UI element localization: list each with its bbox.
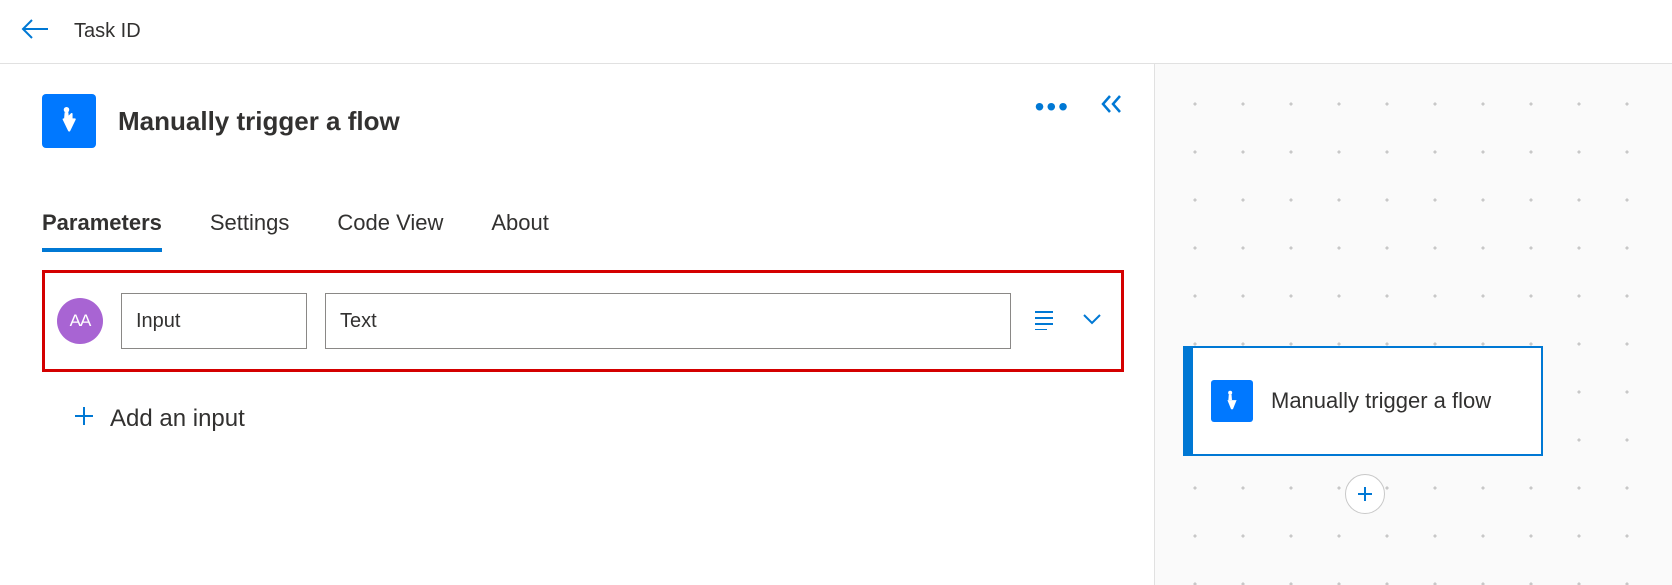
trigger-node[interactable]: Manually trigger a flow	[1183, 346, 1543, 456]
trigger-icon	[42, 94, 96, 148]
add-step-button[interactable]	[1345, 474, 1385, 514]
config-panel: Manually trigger a flow ••• Parameters S…	[0, 64, 1155, 585]
main-wrap: Manually trigger a flow ••• Parameters S…	[0, 64, 1672, 585]
chevron-down-icon[interactable]	[1081, 312, 1103, 331]
canvas-grid	[1155, 64, 1672, 585]
tab-code-view[interactable]: Code View	[337, 210, 443, 252]
collapse-panel-icon[interactable]	[1100, 94, 1126, 119]
input-parameter-row: AA	[42, 270, 1124, 372]
back-arrow-icon[interactable]	[20, 17, 50, 46]
panel-title: Manually trigger a flow	[118, 106, 400, 137]
tab-settings[interactable]: Settings	[210, 210, 290, 252]
trigger-node-icon	[1211, 380, 1253, 422]
input-name-field[interactable]	[121, 293, 307, 349]
text-type-icon: AA	[57, 298, 103, 344]
tab-parameters[interactable]: Parameters	[42, 210, 162, 252]
trigger-node-label: Manually trigger a flow	[1271, 386, 1491, 416]
flow-canvas[interactable]: Manually trigger a flow	[1155, 64, 1672, 585]
input-value-field[interactable]	[325, 293, 1011, 349]
add-input-button[interactable]: Add an input	[72, 404, 1124, 433]
page-title: Task ID	[74, 20, 141, 43]
add-input-label: Add an input	[110, 405, 245, 433]
top-bar: Task ID	[0, 0, 1672, 64]
tab-about[interactable]: About	[491, 210, 549, 252]
tab-bar: Parameters Settings Code View About	[42, 210, 1124, 252]
plus-icon	[72, 404, 96, 433]
panel-header: Manually trigger a flow	[42, 94, 1124, 148]
more-menu-icon[interactable]: •••	[1035, 102, 1070, 112]
panel-controls: •••	[1035, 94, 1126, 119]
list-options-icon[interactable]	[1033, 308, 1055, 335]
